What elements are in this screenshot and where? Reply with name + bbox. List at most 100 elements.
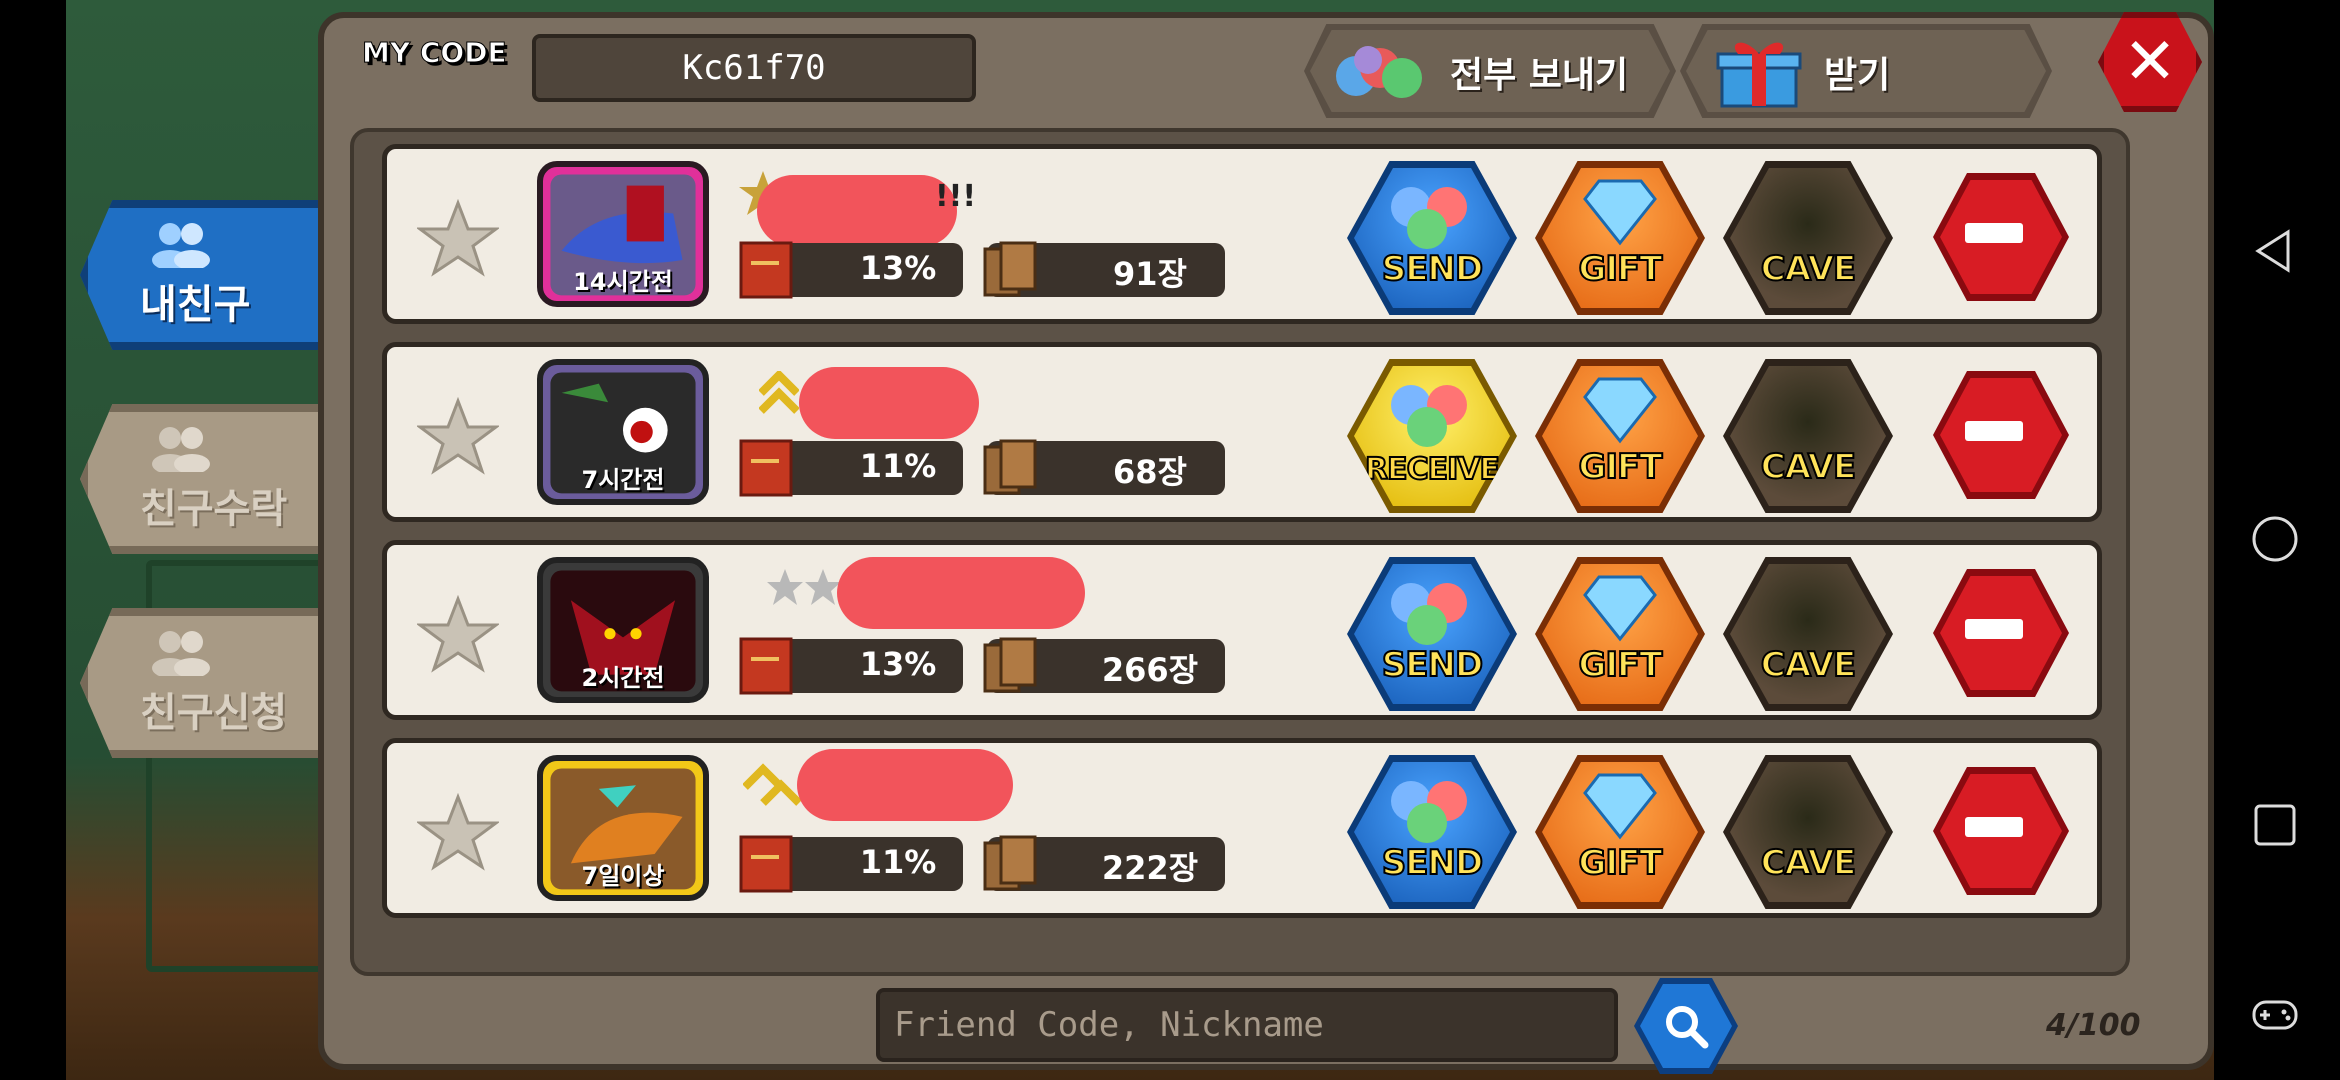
diamond-icon bbox=[1583, 575, 1657, 642]
gift-label: GIFT bbox=[1578, 248, 1664, 290]
gift-button[interactable]: GIFT bbox=[1535, 161, 1705, 315]
percent: 11% bbox=[859, 843, 937, 881]
remove-friend-button[interactable] bbox=[1933, 371, 2069, 499]
gift-button[interactable]: GIFT bbox=[1535, 557, 1705, 711]
tab-label: 내친구 bbox=[140, 282, 251, 328]
silver-star-rank-icon bbox=[767, 569, 841, 605]
card-count-bar: 222장 bbox=[983, 835, 1225, 891]
friends-icon bbox=[152, 223, 210, 268]
diamond-icon bbox=[1583, 179, 1657, 246]
send-label: SEND bbox=[1381, 248, 1484, 290]
percent: 13% bbox=[859, 645, 937, 683]
tab-my-friends[interactable]: 내친구 bbox=[80, 200, 350, 350]
card-count: 91장 bbox=[1113, 255, 1187, 293]
search-input[interactable] bbox=[876, 988, 1618, 1062]
receive-label: RECEIVE bbox=[1364, 451, 1501, 488]
gift-label: GIFT bbox=[1578, 842, 1664, 884]
cave-button[interactable]: CAVE bbox=[1723, 755, 1893, 909]
last-seen: 2시간전 bbox=[581, 664, 665, 692]
remove-friend-button[interactable] bbox=[1933, 173, 2069, 301]
gift-button[interactable]: GIFT bbox=[1535, 359, 1705, 513]
friend-row: 7일이상 11% 222장 SEND GIFT CAVE bbox=[382, 738, 2102, 918]
tab-friend-request[interactable]: 친구신청 bbox=[80, 608, 350, 758]
gift-label: GIFT bbox=[1578, 644, 1664, 686]
receive-button[interactable]: RECEIVE bbox=[1347, 359, 1517, 513]
favorite-star-icon[interactable] bbox=[417, 793, 499, 871]
send-all-label: 전부 보내기 bbox=[1450, 55, 1629, 96]
recents-icon[interactable] bbox=[2250, 800, 2300, 850]
cave-label: CAVE bbox=[1760, 446, 1858, 488]
tab-friend-accept[interactable]: 친구수락 bbox=[80, 404, 350, 554]
last-seen: 7일이상 bbox=[581, 862, 665, 890]
my-code-label: MY CODE bbox=[362, 36, 508, 70]
send-label: SEND bbox=[1381, 842, 1484, 884]
redacted-name bbox=[797, 749, 1013, 821]
chevron-rank-icon bbox=[743, 763, 802, 806]
gift-button[interactable]: GIFT bbox=[1535, 755, 1705, 909]
diamond-icon bbox=[1583, 773, 1657, 840]
cave-label: CAVE bbox=[1760, 644, 1858, 686]
progress-bar: 11% bbox=[739, 439, 963, 497]
friend-name-partial: !!! bbox=[935, 179, 977, 214]
receive-all-label: 받기 bbox=[1824, 55, 1891, 96]
search-icon bbox=[1666, 1006, 1709, 1049]
gift-label: GIFT bbox=[1578, 446, 1664, 488]
letterbox bbox=[0, 0, 66, 1080]
friend-avatar[interactable]: 14시간전 bbox=[537, 161, 709, 307]
gamepad-icon[interactable] bbox=[2250, 990, 2300, 1040]
favorite-star-icon[interactable] bbox=[417, 595, 499, 673]
back-icon[interactable] bbox=[2250, 226, 2300, 276]
remove-friend-button[interactable] bbox=[1933, 569, 2069, 697]
cards-icon bbox=[983, 439, 1037, 495]
book-icon bbox=[739, 835, 793, 893]
favorite-star-icon[interactable] bbox=[417, 199, 499, 277]
remove-friend-button[interactable] bbox=[1933, 767, 2069, 895]
friend-count: 4/100 bbox=[2046, 1008, 2141, 1043]
card-count-bar: 266장 bbox=[983, 637, 1225, 693]
redacted-name bbox=[799, 367, 979, 439]
progress-bar: 13% bbox=[739, 241, 963, 299]
card-count-bar: 68장 bbox=[983, 439, 1225, 495]
friends-icon bbox=[152, 631, 210, 676]
friend-row: 2시간전 13% 266장 SEND GIFT CAVE bbox=[382, 540, 2102, 720]
tab-label: 친구수락 bbox=[140, 486, 288, 532]
book-icon bbox=[739, 241, 793, 299]
friend-avatar[interactable]: 2시간전 bbox=[537, 557, 709, 703]
send-all-button[interactable]: 전부 보내기 bbox=[1304, 24, 1676, 118]
card-count: 266장 bbox=[1101, 651, 1199, 689]
progress-bar: 11% bbox=[739, 835, 963, 893]
book-icon bbox=[739, 637, 793, 695]
progress-bar: 13% bbox=[739, 637, 963, 695]
card-count: 68장 bbox=[1113, 453, 1187, 491]
diamond-icon bbox=[1583, 377, 1657, 444]
send-label: SEND bbox=[1381, 644, 1484, 686]
redacted-name bbox=[757, 175, 957, 247]
book-icon bbox=[739, 439, 793, 497]
cave-button[interactable]: CAVE bbox=[1723, 557, 1893, 711]
cards-icon bbox=[983, 835, 1037, 891]
favorite-star-icon[interactable] bbox=[417, 397, 499, 475]
home-icon[interactable] bbox=[2250, 514, 2300, 564]
send-button[interactable]: SEND bbox=[1347, 161, 1517, 315]
send-button[interactable]: SEND bbox=[1347, 755, 1517, 909]
redacted-name bbox=[837, 557, 1085, 629]
gift-box-icon bbox=[1716, 42, 1802, 108]
percent: 13% bbox=[859, 249, 937, 287]
friends-icon bbox=[152, 427, 210, 472]
last-seen: 7시간전 bbox=[581, 466, 665, 494]
card-count-bar: 91장 bbox=[983, 241, 1225, 297]
receive-all-button[interactable]: 받기 bbox=[1680, 24, 2052, 118]
my-code-value: Kc61f70 bbox=[532, 34, 976, 102]
cave-button[interactable]: CAVE bbox=[1723, 359, 1893, 513]
cave-label: CAVE bbox=[1760, 248, 1858, 290]
friend-avatar[interactable]: 7시간전 bbox=[537, 359, 709, 505]
cards-icon bbox=[983, 637, 1037, 693]
last-seen: 14시간전 bbox=[573, 268, 673, 296]
send-button[interactable]: SEND bbox=[1347, 557, 1517, 711]
friend-avatar[interactable]: 7일이상 bbox=[537, 755, 709, 901]
orbs-icon bbox=[1336, 46, 1422, 98]
cave-button[interactable]: CAVE bbox=[1723, 161, 1893, 315]
cards-icon bbox=[983, 241, 1037, 297]
percent: 11% bbox=[859, 447, 937, 485]
cave-label: CAVE bbox=[1760, 842, 1858, 884]
